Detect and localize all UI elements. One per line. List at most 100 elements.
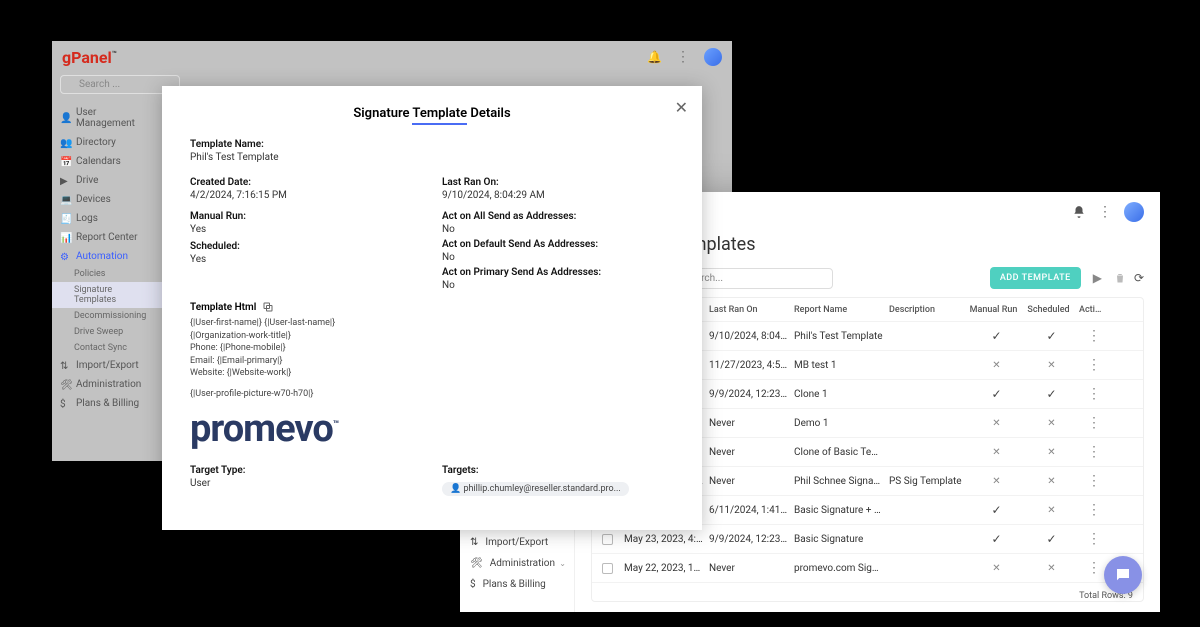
row-actions-icon[interactable]: ⋮ [1079,357,1109,373]
add-template-button[interactable]: ADD TEMPLATE [990,267,1081,289]
gpanel-logo: gPanel™ [62,48,117,67]
chat-fab[interactable] [1104,556,1142,594]
cell-scheduled: ✕ [1024,505,1079,516]
target-type-label: Target Type: [190,465,422,476]
cell-scheduled: ✓ [1024,532,1079,546]
row-actions-icon[interactable]: ⋮ [1079,531,1109,547]
cell-manual-run: ✕ [969,360,1024,371]
row-actions-icon[interactable]: ⋮ [1079,473,1109,489]
cell-scheduled: ✕ [1024,447,1079,458]
row-actions-icon[interactable]: ⋮ [1079,444,1109,460]
last-ran-label: Last Ran On: [442,177,674,188]
signature-template-details-modal: ✕ Signature Template Details Template Na… [162,86,702,530]
row-actions-icon[interactable]: ⋮ [1079,502,1109,518]
col-description[interactable]: Description [889,305,969,315]
template-html-body: {|User-first-name|} {|User-last-name|} {… [190,317,674,401]
table-row[interactable]: May 22, 2023, 12:22 PMNeverpromevo.com S… [592,554,1143,583]
row-checkbox[interactable] [602,563,613,574]
avatar[interactable] [704,48,722,66]
sidebar-item-plans-billing[interactable]: $Plans & Billing [52,394,162,413]
col-report-name[interactable]: Report Name [794,305,889,315]
row-actions-icon[interactable]: ⋮ [1079,328,1109,344]
cell-report-name: Phil Schnee Signatur... [794,476,889,487]
default-send-label: Act on Default Send As Addresses: [442,239,674,250]
sidebar-sub-policies[interactable]: Policies [52,266,162,282]
cell-last-ran: 9/9/2024, 12:23:38 AM [709,534,794,545]
all-send-value: No [442,224,674,235]
cell-scheduled: ✕ [1024,476,1079,487]
row-actions-icon[interactable]: ⋮ [1079,415,1109,431]
cell-report-name: Basic Signature [794,534,889,545]
cell-manual-run: ✓ [969,329,1024,343]
copy-icon[interactable] [262,301,274,313]
sidebar-sub-drive-sweep[interactable]: Drive Sweep [52,324,162,340]
cell-manual-run: ✕ [969,563,1024,574]
sidebar-item-logs[interactable]: 🧾Logs [52,209,162,228]
sidebar-item-calendars[interactable]: 📅Calendars [52,152,162,171]
notifications-icon[interactable] [1072,205,1086,219]
sidebar-item-drive[interactable]: ▶Drive [52,171,162,190]
created-date-value: 4/2/2024, 7:16:15 PM [190,190,422,201]
cell-scheduled: ✕ [1024,360,1079,371]
sidebar-item-plans-billing[interactable]: $ Plans & Billing [460,574,574,595]
last-ran-value: 9/10/2024, 8:04:29 AM [442,190,674,201]
cell-manual-run: ✕ [969,447,1024,458]
cell-last-ran: 9/9/2024, 12:23:39 AM [709,389,794,400]
template-name-label: Template Name: [190,139,674,150]
cell-report-name: Clone 1 [794,389,889,400]
sidebar-item-administration[interactable]: 🛠 Administration⌄ [460,553,574,574]
sidebar-item-automation[interactable]: ⚙Automation [52,247,162,266]
sidebar-item-devices[interactable]: 💻Devices [52,190,162,209]
template-html-label: Template Html [190,302,256,313]
manual-run-label: Manual Run: [190,211,422,222]
cell-report-name: Basic Signature + Mo... [794,505,889,516]
avatar[interactable] [1124,202,1144,222]
run-icon[interactable]: ▶ [1089,271,1106,285]
cell-scheduled: ✓ [1024,387,1079,401]
all-send-label: Act on All Send as Addresses: [442,211,674,222]
template-name-value: Phil's Test Template [190,152,674,163]
sidebar-item-import-export[interactable]: ⇅ Import/Export [460,532,574,553]
cell-manual-run: ✕ [969,418,1024,429]
cell-last-ran: 6/11/2024, 1:41:11 PM [709,505,794,516]
more-icon[interactable]: ⋮ [676,49,690,65]
cell-report-name: promevo.com Signat... [794,563,889,574]
primary-send-value: No [442,280,674,291]
more-icon[interactable]: ⋮ [1098,204,1112,220]
primary-send-label: Act on Primary Send As Addresses: [442,267,674,278]
cell-last-ran: Never [709,447,794,458]
promevo-logo: promevo™ [190,407,674,451]
cell-last-ran: Never [709,563,794,574]
sidebar-item-import-export[interactable]: ⇅Import/Export [52,356,162,375]
sidebar-item-user-management[interactable]: 👤User Management [52,103,162,133]
sidebar-item-directory[interactable]: 👥Directory [52,133,162,152]
cell-manual-run: ✕ [969,476,1024,487]
cell-last-ran: 11/27/2023, 4:57:59 PM [709,360,794,371]
scheduled-label: Scheduled: [190,241,422,252]
target-chip[interactable]: 👤 phillip.chumley@reseller.standard.pro.… [442,482,629,496]
cell-created: May 23, 2023, 4:08 AM [624,534,709,545]
created-date-label: Created Date: [190,177,422,188]
refresh-icon[interactable]: ⟳ [1134,271,1144,285]
col-last-ran[interactable]: Last Ran On [709,305,794,315]
cell-last-ran: 9/10/2024, 8:04:29 AM [709,331,794,342]
cell-report-name: Phil's Test Template [794,331,889,342]
table-footer-total: Total Rows: 9 [592,583,1143,602]
col-scheduled[interactable]: Scheduled [1024,305,1079,315]
cell-manual-run: ✓ [969,387,1024,401]
sidebar-item-administration[interactable]: 🛠Administration [52,375,162,394]
row-checkbox[interactable] [602,534,613,545]
notifications-icon[interactable]: 🔔 [647,50,662,64]
delete-icon[interactable] [1114,271,1126,285]
sidebar-sub-decommissioning[interactable]: Decommissioning [52,308,162,324]
cell-report-name: Clone of Basic Templ... [794,447,889,458]
sidebar-sub-signature-templates[interactable]: Signature Templates [52,282,162,308]
cell-last-ran: Never [709,418,794,429]
sidebar-sub-contact-sync[interactable]: Contact Sync [52,340,162,356]
cell-scheduled: ✓ [1024,329,1079,343]
col-manual-run[interactable]: Manual Run [969,305,1024,315]
close-icon[interactable]: ✕ [675,98,688,117]
manual-run-value: Yes [190,224,422,235]
sidebar-item-report-center[interactable]: 📊Report Center [52,228,162,247]
row-actions-icon[interactable]: ⋮ [1079,386,1109,402]
